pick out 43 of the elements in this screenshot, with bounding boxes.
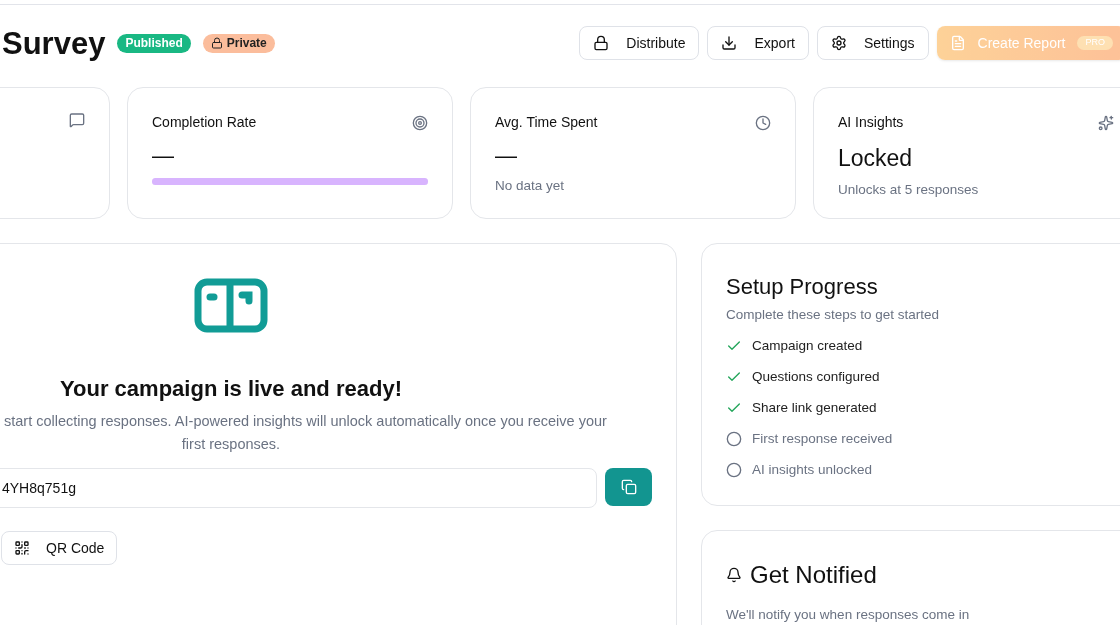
chat-bubble-icon — [69, 112, 85, 128]
notify-title: Get Notified — [750, 560, 877, 590]
stat-value: — — [495, 142, 518, 170]
target-icon — [412, 114, 428, 131]
stat-value: Locked — [838, 144, 914, 173]
setup-step: AI insights unlocked — [752, 460, 873, 481]
setup-step: Share link generated — [752, 398, 877, 419]
stat-title: Avg. Time Spent — [495, 113, 598, 132]
settings-icon — [830, 35, 847, 51]
bell-icon — [726, 567, 742, 583]
stat-value: — — [152, 142, 175, 170]
pro-badge: PRO — [1077, 36, 1113, 50]
campaign-description: first responses. — [181, 435, 281, 454]
download-icon — [721, 35, 738, 51]
toolbar-button[interactable]: Distribute — [579, 26, 700, 60]
campaign-heading: Your campaign is live and ready! — [60, 375, 402, 403]
setup-title: Setup Progress — [726, 273, 879, 301]
toolbar-button[interactable]: Settings — [816, 26, 929, 60]
stat-note: No data yet — [495, 177, 566, 195]
toolbar-button[interactable]: Export — [707, 26, 809, 60]
stat-title: Completion Rate — [152, 113, 257, 132]
share-link-field[interactable]: 4YH8q751g — [0, 468, 597, 508]
copy-button[interactable] — [605, 468, 652, 506]
setup-step: Campaign created — [752, 336, 863, 357]
ticket-icon — [194, 278, 268, 334]
setup-step: First response received — [752, 429, 893, 450]
stat-title: AI Insights — [838, 113, 904, 132]
notify-text: We'll notify you when responses come in — [726, 606, 971, 624]
qr-code-icon — [14, 540, 30, 556]
qr-code-button[interactable]: QR Code — [1, 531, 118, 565]
sparkle-icon — [1098, 114, 1114, 131]
status-badge: Published — [117, 33, 191, 53]
setup-subtitle: Complete these steps to get started — [726, 306, 941, 324]
document-icon — [949, 35, 966, 51]
page-title: Survey — [2, 27, 106, 59]
copy-icon — [620, 479, 637, 495]
campaign-description: start collecting responses. AI-powered insights will unlock automatically once you receive your — [4, 412, 607, 431]
stat-note: Unlocks at 5 responses — [838, 180, 980, 199]
lock-icon — [593, 35, 610, 51]
setup-step: Questions configured — [752, 367, 880, 388]
privacy-badge: Private — [202, 33, 275, 53]
clock-icon — [755, 114, 771, 131]
lock-icon — [210, 37, 223, 49]
